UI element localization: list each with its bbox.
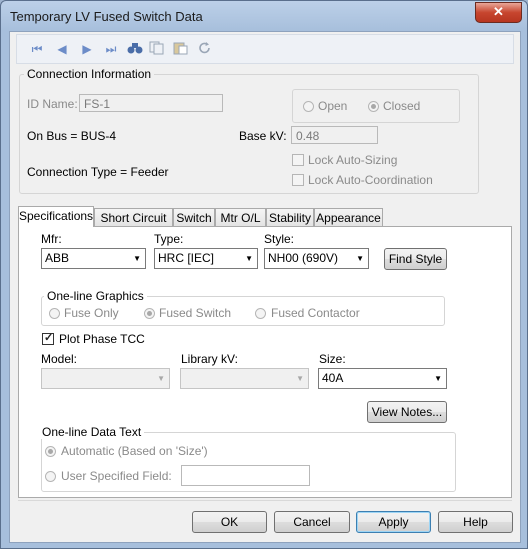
one-line-data-text-group: One-line Data Text Automatic (Based on '… — [39, 425, 456, 492]
lock-auto-coordination-checkbox[interactable] — [292, 174, 304, 186]
user-specified-field[interactable] — [181, 465, 310, 486]
chevron-down-icon: ▼ — [133, 254, 141, 263]
tab-switch[interactable]: Switch — [173, 208, 215, 226]
connection-info-group: Connection Information ID Name: FS-1 Ope… — [19, 67, 479, 194]
fused-switch-label: Fused Switch — [159, 306, 232, 320]
open-radio[interactable] — [303, 101, 314, 112]
button-separator — [18, 500, 512, 501]
closed-radio[interactable] — [368, 101, 379, 112]
user-specified-radio[interactable] — [45, 471, 56, 482]
apply-button[interactable]: Apply — [356, 511, 431, 533]
on-bus-text: On Bus = BUS-4 — [27, 129, 117, 143]
tab-specifications[interactable]: Specifications — [18, 206, 94, 227]
specifications-panel: Mfr: ABB ▼ Type: HRC [IEC] ▼ Style: NH00 (… — [18, 226, 512, 498]
plot-phase-tcc-label: Plot Phase TCC — [59, 332, 145, 346]
type-label: Type: — [154, 232, 184, 246]
last-record-icon[interactable]: ⏭ — [103, 41, 119, 57]
id-name-label: ID Name: — [27, 97, 78, 111]
base-kv-field[interactable]: 0.48 — [291, 126, 378, 144]
tab-appearance[interactable]: Appearance — [314, 208, 383, 226]
fused-switch-radio[interactable] — [144, 308, 155, 319]
binoculars-icon[interactable] — [127, 41, 143, 57]
model-dropdown[interactable]: ▼ — [41, 368, 170, 389]
close-button[interactable]: ✕ — [475, 2, 522, 23]
lock-auto-sizing-label: Lock Auto-Sizing — [308, 153, 398, 167]
view-notes-button[interactable]: View Notes... — [367, 401, 447, 423]
lock-auto-sizing-checkbox[interactable] — [292, 154, 304, 166]
fused-contactor-label: Fused Contactor — [271, 306, 360, 320]
next-record-icon[interactable]: ▶ — [79, 41, 95, 57]
refresh-icon[interactable] — [197, 41, 213, 57]
size-value: 40A — [322, 371, 344, 385]
base-kv-label: Base kV: — [239, 129, 287, 143]
chevron-down-icon: ▼ — [434, 374, 442, 383]
chevron-down-icon: ▼ — [245, 254, 253, 263]
paste-icon[interactable] — [173, 41, 189, 57]
chevron-down-icon: ▼ — [356, 254, 364, 263]
fuse-only-label: Fuse Only — [64, 306, 119, 320]
open-label: Open — [318, 99, 348, 113]
fuse-only-radio[interactable] — [49, 308, 60, 319]
previous-record-icon[interactable]: ◀ — [54, 41, 70, 57]
first-record-icon[interactable]: ⏮ — [29, 41, 45, 57]
size-label: Size: — [319, 352, 346, 366]
copy-icon[interactable] — [149, 41, 165, 57]
mfr-dropdown[interactable]: ABB ▼ — [41, 248, 146, 269]
one-line-data-text-title: One-line Data Text — [39, 425, 145, 439]
chevron-down-icon: ▼ — [296, 374, 304, 383]
type-dropdown[interactable]: HRC [IEC] ▼ — [154, 248, 258, 269]
chevron-down-icon: ▼ — [157, 374, 165, 383]
size-dropdown[interactable]: 40A ▼ — [318, 368, 447, 389]
model-label: Model: — [41, 352, 78, 366]
closed-label: Closed — [383, 99, 421, 113]
mfr-value: ABB — [45, 251, 70, 265]
one-line-graphics-group: One-line Graphics Fuse Only Fused Switch… — [41, 289, 445, 326]
tab-short-circuit[interactable]: Short Circuit — [94, 208, 173, 226]
find-style-button[interactable]: Find Style — [384, 248, 447, 270]
cancel-button[interactable]: Cancel — [274, 511, 350, 533]
switch-state-group: Open Closed — [292, 89, 460, 123]
style-value: NH00 (690V) — [268, 251, 339, 265]
id-name-field[interactable]: FS-1 — [79, 94, 223, 112]
tab-motor-overload[interactable]: Mtr O/L — [215, 208, 266, 226]
one-line-graphics-title: One-line Graphics — [44, 289, 147, 303]
title-bar: Temporary LV Fused Switch Data ✕ — [1, 1, 527, 31]
dialog-window: Temporary LV Fused Switch Data ✕ ⏮ ◀ ▶ ⏭ — [0, 0, 528, 549]
help-button[interactable]: Help — [438, 511, 513, 533]
library-kv-label: Library kV: — [181, 352, 238, 366]
style-label: Style: — [264, 232, 295, 246]
ok-button[interactable]: OK — [192, 511, 267, 533]
connection-type-text: Connection Type = Feeder — [27, 165, 169, 179]
connection-info-title: Connection Information — [24, 67, 155, 81]
window-title: Temporary LV Fused Switch Data — [10, 9, 203, 24]
tab-strip: Specifications Short Circuit Switch Mtr … — [18, 206, 512, 227]
navigation-toolbar: ⏮ ◀ ▶ ⏭ — [16, 34, 514, 64]
mfr-label: Mfr: — [41, 232, 62, 246]
user-specified-label: User Specified Field: — [61, 469, 172, 483]
automatic-label: Automatic (Based on 'Size') — [61, 444, 208, 458]
dialog-client: ⏮ ◀ ▶ ⏭ Connection Information ID Name: … — [9, 31, 521, 543]
type-value: HRC [IEC] — [158, 251, 215, 265]
plot-phase-tcc-checkbox[interactable] — [42, 331, 54, 345]
lock-auto-coordination-label: Lock Auto-Coordination — [308, 173, 433, 187]
style-dropdown[interactable]: NH00 (690V) ▼ — [264, 248, 369, 269]
fused-contactor-radio[interactable] — [255, 308, 266, 319]
tab-stability[interactable]: Stability — [266, 208, 314, 226]
automatic-radio[interactable] — [45, 446, 56, 457]
library-kv-dropdown[interactable]: ▼ — [180, 368, 309, 389]
